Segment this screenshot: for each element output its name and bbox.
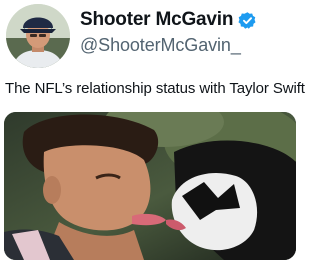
author-avatar[interactable] — [6, 4, 70, 68]
author-display-name[interactable]: Shooter McGavin — [80, 9, 233, 31]
tweet-header: Shooter McGavin @ShooterMcGavin_ — [0, 0, 300, 72]
movie-still-photo-icon — [4, 112, 296, 260]
avatar-photo-icon — [6, 4, 70, 68]
verified-badge-icon — [238, 11, 257, 30]
tweet-text: The NFL’s relationship status with Taylo… — [5, 80, 305, 97]
author-handle[interactable]: @ShooterMcGavin_ — [80, 35, 241, 56]
author-name-row: Shooter McGavin — [80, 8, 257, 32]
tweet-media-image[interactable] — [4, 112, 296, 260]
